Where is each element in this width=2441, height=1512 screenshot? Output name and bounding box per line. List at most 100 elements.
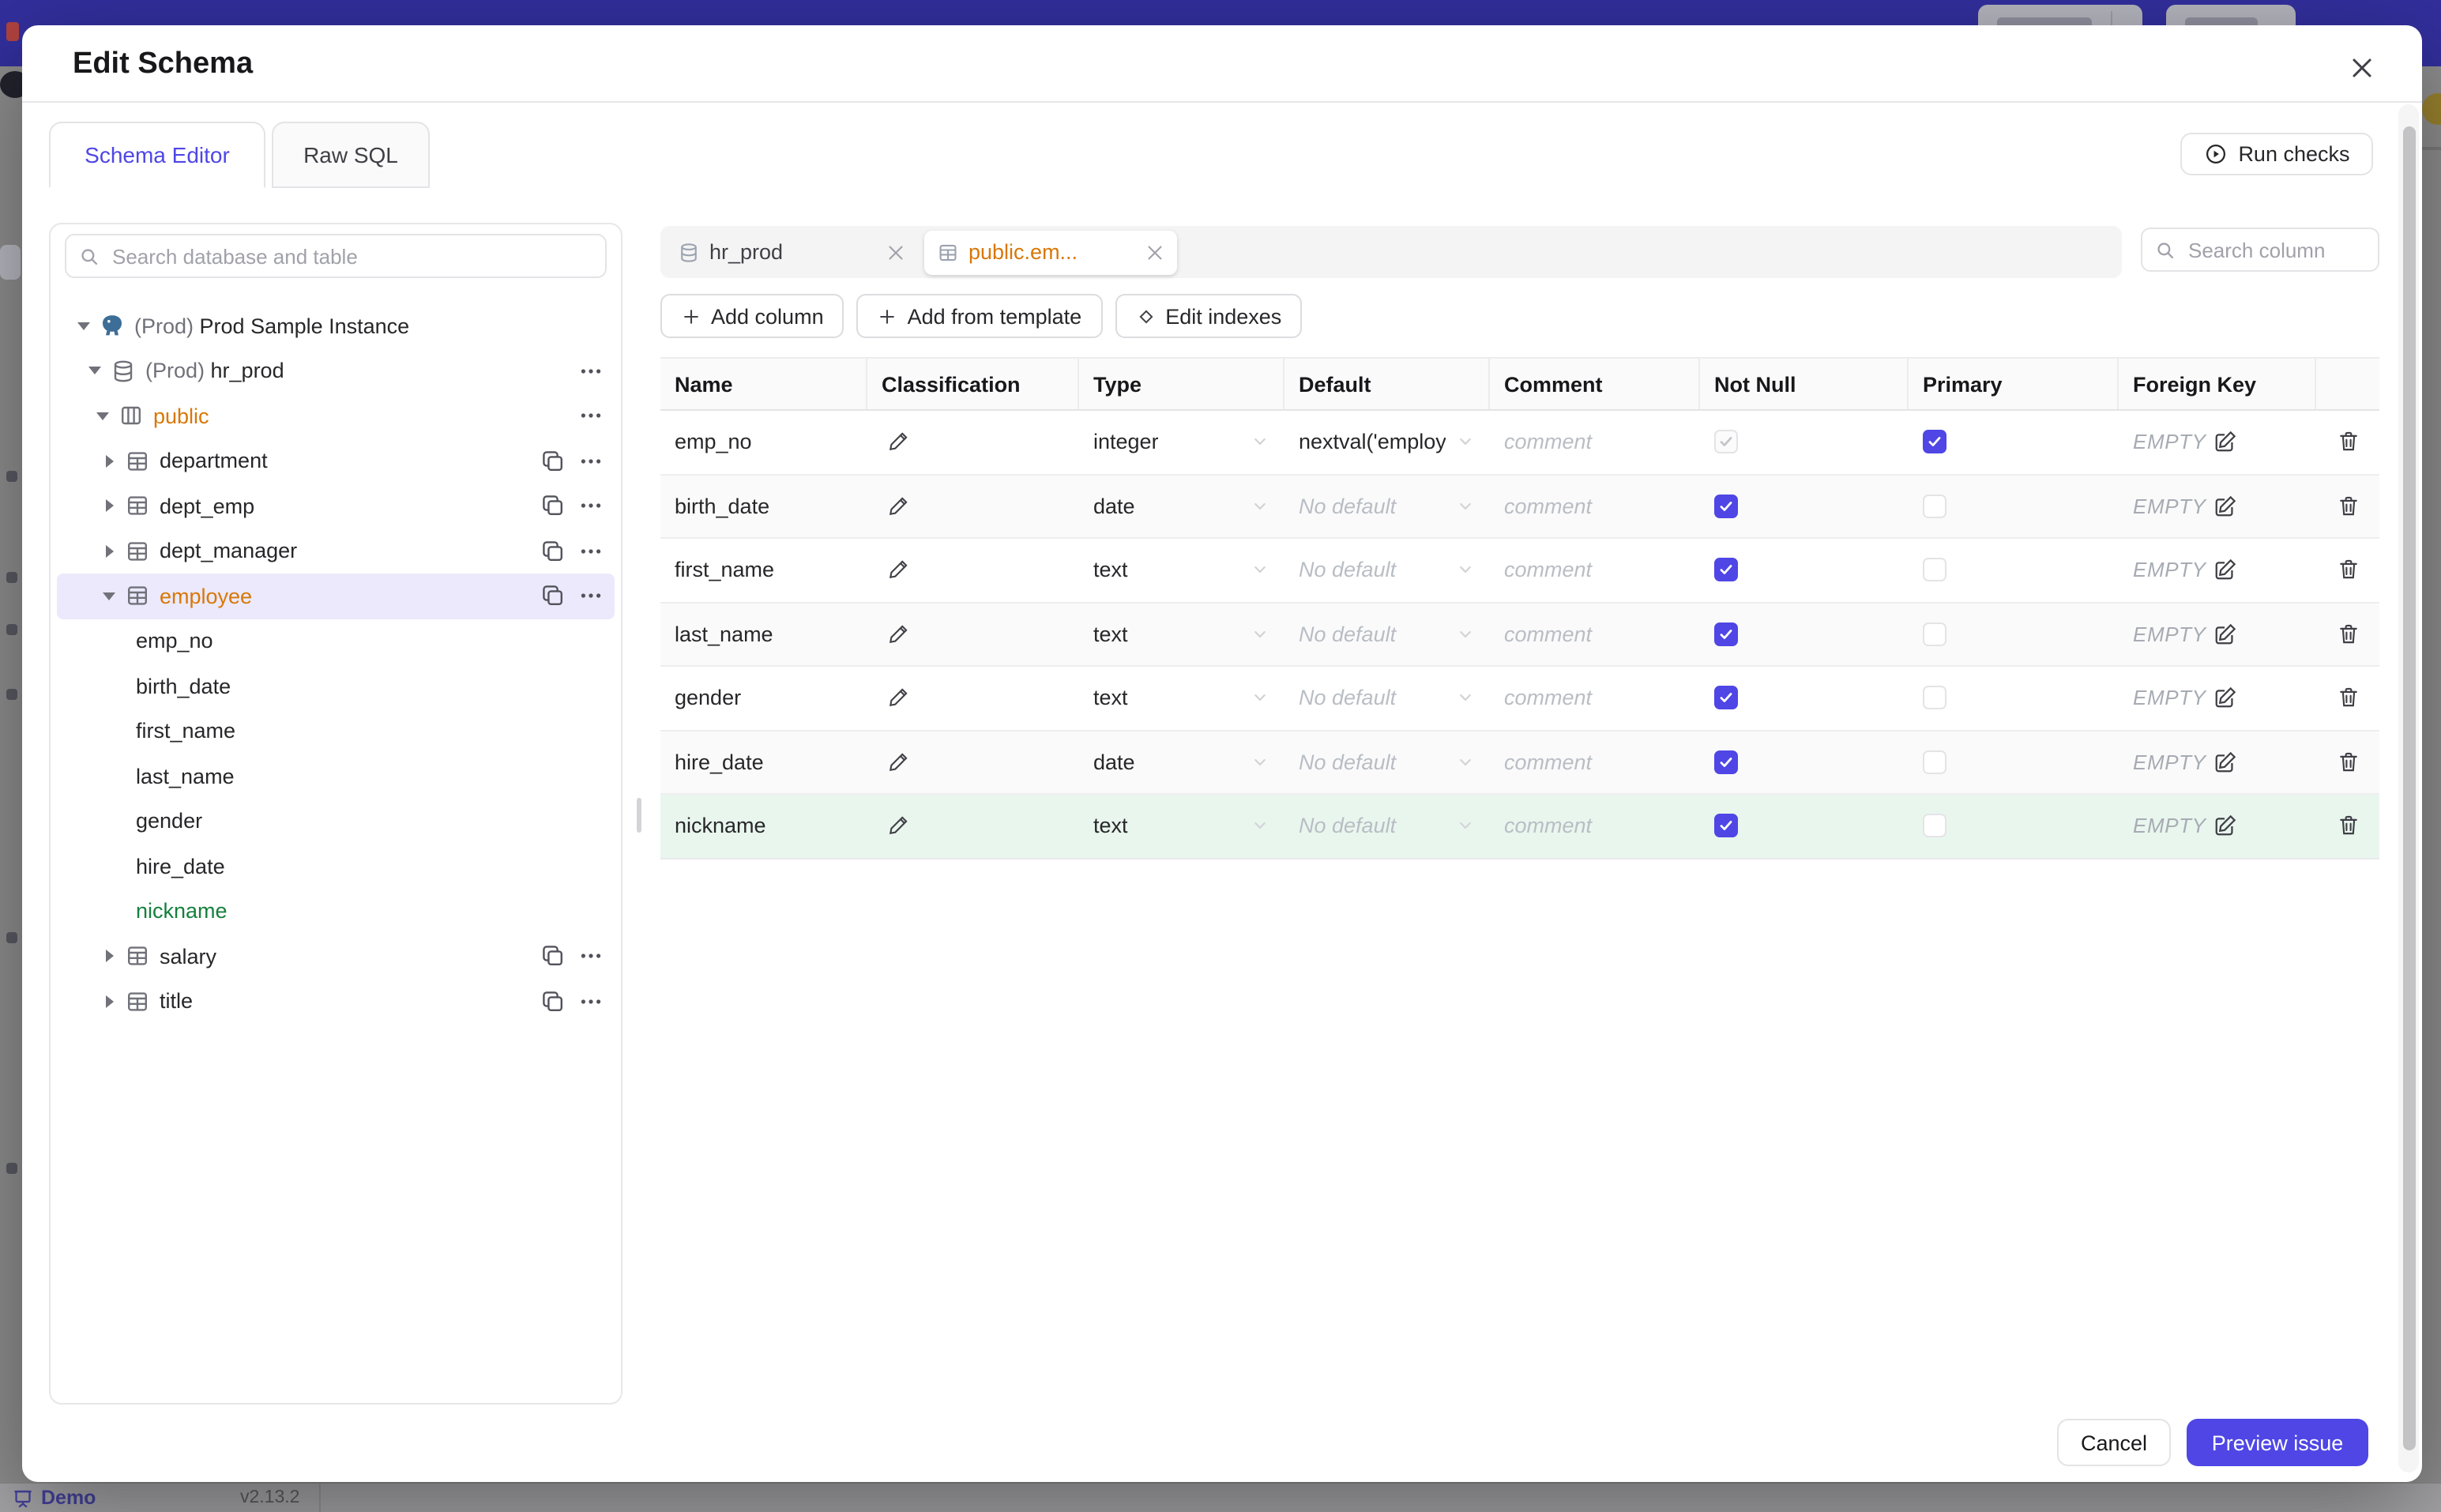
table-icon [125, 989, 150, 1014]
more-icon[interactable] [578, 989, 604, 1014]
checkbox-checked[interactable] [1714, 622, 1738, 646]
edit-square-icon[interactable] [2214, 622, 2238, 646]
more-icon[interactable] [578, 584, 604, 609]
tree-item-dept-manager[interactable]: dept_manager [57, 528, 615, 574]
edit-square-icon[interactable] [2214, 686, 2238, 710]
add-column-button[interactable]: Add column [660, 294, 844, 338]
checkbox-checked[interactable] [1923, 430, 1946, 454]
chevron-down-icon[interactable] [71, 314, 96, 339]
run-checks-button[interactable]: Run checks [2180, 133, 2373, 175]
chevron-down-icon [1455, 688, 1476, 709]
scrollbar-thumb[interactable] [2402, 126, 2415, 1450]
checkbox-checked[interactable] [1714, 686, 1738, 710]
tree-item-last-name[interactable]: last_name [57, 754, 615, 799]
tree-item-dept-emp[interactable]: dept_emp [57, 483, 615, 528]
more-icon[interactable] [578, 359, 604, 384]
pencil-icon[interactable] [886, 431, 910, 454]
more-icon[interactable] [578, 449, 604, 474]
preview-issue-button[interactable]: Preview issue [2187, 1419, 2368, 1466]
close-icon[interactable] [886, 243, 905, 261]
editor-tab-public-em[interactable]: public.em... [924, 230, 1177, 274]
tree-item-public[interactable]: public [57, 393, 615, 438]
copy-icon[interactable] [540, 944, 566, 969]
pencil-icon[interactable] [886, 559, 910, 582]
trash-icon[interactable] [2336, 814, 2360, 838]
pencil-icon[interactable] [886, 750, 910, 774]
chevron-down-icon[interactable] [96, 584, 122, 609]
tree-item-hire-date[interactable]: hire_date [57, 844, 615, 889]
tree-item-birth-date[interactable]: birth_date [57, 664, 615, 709]
copy-icon[interactable] [540, 989, 566, 1014]
checkbox-unchecked[interactable] [1923, 558, 1946, 582]
copy-icon[interactable] [540, 494, 566, 519]
edit-indexes-button[interactable]: Edit indexes [1115, 294, 1303, 338]
tree-item-prefix: (Prod) [145, 359, 211, 383]
copy-icon[interactable] [540, 539, 566, 564]
tree-item-salary[interactable]: salary [57, 934, 615, 979]
checkbox-checked[interactable] [1714, 494, 1738, 518]
edit-square-icon[interactable] [2214, 559, 2238, 582]
trash-icon[interactable] [2336, 559, 2360, 582]
cancel-button[interactable]: Cancel [2057, 1419, 2171, 1466]
comment-placeholder: comment [1504, 814, 1593, 838]
more-icon[interactable] [578, 944, 604, 969]
chevron-right-icon[interactable] [96, 989, 122, 1014]
add-from-template-button[interactable]: Add from template [856, 294, 1103, 338]
checkbox-unchecked[interactable] [1923, 622, 1946, 646]
tree-item-emp-no[interactable]: emp_no [57, 619, 615, 664]
tree-search-input[interactable] [109, 243, 592, 269]
pencil-icon[interactable] [886, 686, 910, 710]
trash-icon[interactable] [2336, 622, 2360, 646]
tree-item-first-name[interactable]: first_name [57, 709, 615, 754]
copy-icon[interactable] [540, 584, 566, 609]
chevron-right-icon[interactable] [96, 944, 122, 969]
checkbox-checked[interactable] [1714, 430, 1738, 454]
edit-square-icon[interactable] [2214, 495, 2238, 518]
close-icon[interactable] [2346, 52, 2378, 84]
column-search-input[interactable] [2185, 236, 2365, 263]
foreign-key-empty-label: EMPTY [2133, 750, 2206, 774]
editor-tab-hr-prod[interactable]: hr_prod [665, 230, 918, 274]
pencil-icon[interactable] [886, 814, 910, 838]
checkbox-unchecked[interactable] [1923, 494, 1946, 518]
edit-square-icon[interactable] [2214, 814, 2238, 838]
trash-icon[interactable] [2336, 686, 2360, 710]
trash-icon[interactable] [2336, 431, 2360, 454]
checkbox-checked[interactable] [1714, 750, 1738, 774]
cell-primary [1909, 750, 2119, 774]
trash-icon[interactable] [2336, 495, 2360, 518]
tree-item-employee[interactable]: employee [57, 574, 615, 619]
pencil-icon[interactable] [886, 622, 910, 646]
tree-item-nickname[interactable]: nickname [57, 889, 615, 934]
chevron-right-icon[interactable] [96, 494, 122, 519]
chevron-right-icon[interactable] [96, 449, 122, 474]
copy-icon[interactable] [540, 449, 566, 474]
tab-raw-sql[interactable]: Raw SQL [272, 122, 430, 188]
chevron-down-icon[interactable] [82, 359, 107, 384]
more-icon[interactable] [578, 539, 604, 564]
checkbox-checked[interactable] [1714, 814, 1738, 838]
scrollbar-track[interactable] [2398, 104, 2419, 1473]
more-icon[interactable] [578, 404, 604, 429]
tree-item-title[interactable]: title [57, 979, 615, 1024]
more-icon[interactable] [578, 494, 604, 519]
chevron-down-icon[interactable] [90, 404, 115, 429]
tree-item-hr-prod[interactable]: (Prod) hr_prod [57, 348, 615, 393]
cell-comment: comment [1490, 750, 1700, 774]
tab-schema-editor[interactable]: Schema Editor [49, 122, 265, 188]
chevron-right-icon[interactable] [96, 539, 122, 564]
tree-item-prod-sample-instance[interactable]: (Prod) Prod Sample Instance [57, 303, 615, 348]
checkbox-checked[interactable] [1714, 558, 1738, 582]
trash-icon[interactable] [2336, 750, 2360, 774]
panel-resize-handle[interactable] [637, 798, 641, 833]
tree-item-gender[interactable]: gender [57, 799, 615, 844]
edit-square-icon[interactable] [2214, 750, 2238, 774]
checkbox-unchecked[interactable] [1923, 814, 1946, 838]
tree-item-department[interactable]: department [57, 438, 615, 483]
checkbox-unchecked[interactable] [1923, 750, 1946, 774]
checkbox-unchecked[interactable] [1923, 686, 1946, 710]
pencil-icon[interactable] [886, 495, 910, 518]
table-icon [125, 539, 150, 564]
close-icon[interactable] [1145, 243, 1164, 261]
edit-square-icon[interactable] [2214, 431, 2238, 454]
